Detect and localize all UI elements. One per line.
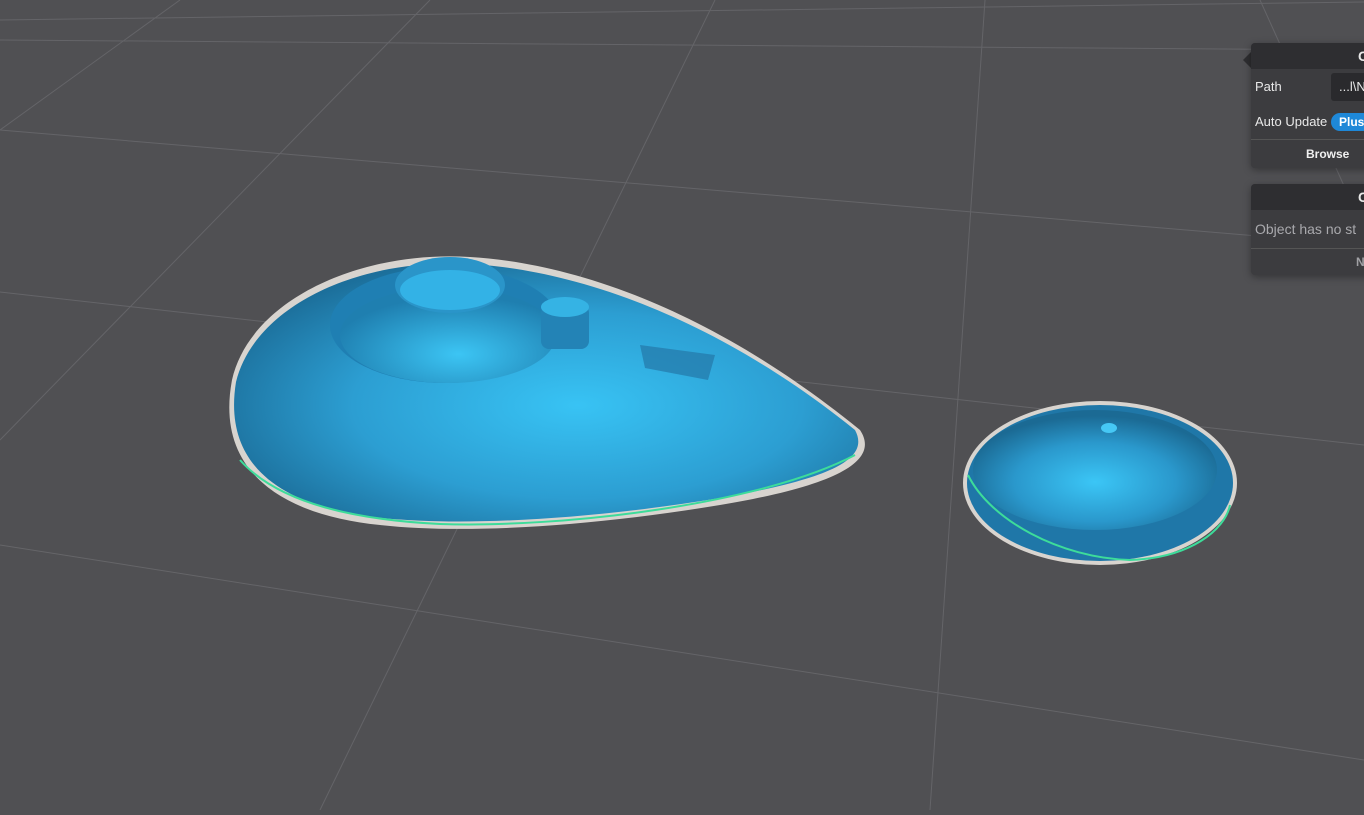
path-field[interactable]: ...l\N bbox=[1331, 72, 1364, 101]
panel-collapse-arrow[interactable] bbox=[1243, 52, 1251, 68]
auto-update-label: Auto Update bbox=[1255, 114, 1328, 129]
object-panel-title: C bbox=[1251, 43, 1364, 69]
3d-viewport[interactable] bbox=[0, 0, 1364, 811]
model-small[interactable] bbox=[963, 401, 1237, 565]
info-panel-footer-button[interactable]: N bbox=[1251, 248, 1364, 275]
auto-update-row: Auto Update Plus bbox=[1251, 104, 1364, 139]
auto-update-toggle[interactable]: Plus bbox=[1331, 112, 1364, 131]
model-large[interactable] bbox=[229, 256, 865, 529]
path-label: Path bbox=[1255, 79, 1282, 94]
info-panel-title: C bbox=[1251, 184, 1364, 210]
object-panel: C Path ...l\N Auto Update Plus Browse bbox=[1251, 43, 1364, 168]
path-row: Path ...l\N bbox=[1251, 69, 1364, 104]
scene bbox=[0, 0, 1364, 811]
info-panel: C Object has no st N bbox=[1251, 184, 1364, 275]
empty-state-message: Object has no st bbox=[1255, 221, 1357, 237]
browse-button[interactable]: Browse bbox=[1251, 139, 1364, 168]
